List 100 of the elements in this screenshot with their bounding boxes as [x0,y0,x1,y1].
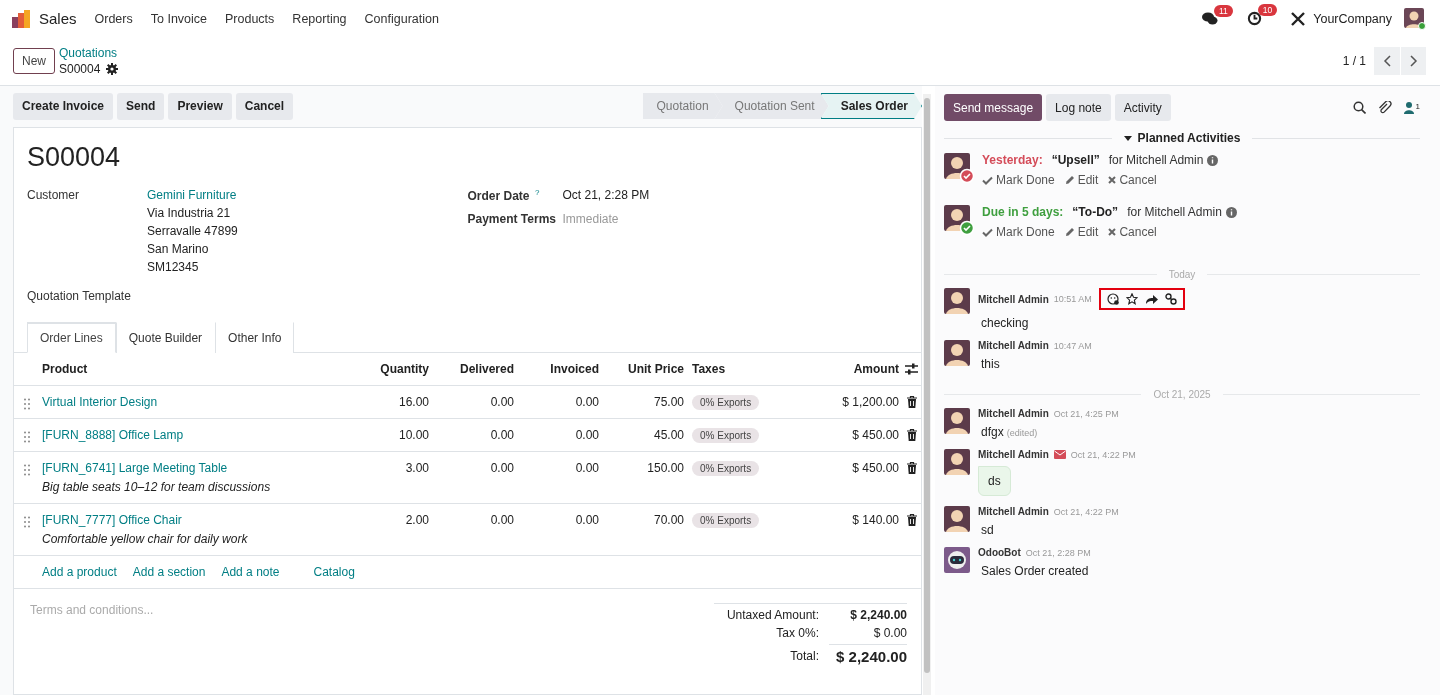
action-button[interactable]: Cancel [235,92,294,120]
drag-handle-icon[interactable] [24,398,30,410]
trash-icon[interactable] [907,514,917,526]
drag-handle-icon[interactable] [24,516,30,528]
info-icon[interactable] [1207,154,1219,166]
table-cell-text: 0.00 [489,395,514,409]
add-line-link[interactable]: Catalog [313,565,355,579]
table-cell-text: $ 140.00 [851,513,899,527]
add-reaction-icon[interactable] [1106,293,1119,305]
chatter-button[interactable]: Log note [1046,94,1111,121]
follower-icon[interactable] [1403,101,1414,114]
clock-icon[interactable] [1246,11,1262,26]
breadcrumb-link[interactable]: Quotations [59,46,119,60]
menu-item[interactable]: Configuration [364,11,439,26]
menu-item[interactable]: To Invoice [150,11,207,26]
drag-handle-icon[interactable] [24,431,30,443]
activity-action[interactable]: Cancel [1108,173,1157,187]
tax-tag: 0% Exports [692,428,760,443]
status-step[interactable]: Quotation [642,93,723,119]
link-icon[interactable] [1164,293,1177,305]
message-time: Oct 21, 4:22 PM [1053,506,1119,517]
activity-action[interactable]: Edit [1064,173,1099,187]
message-text: sd [981,523,994,537]
column-header[interactable]: Quantity [351,362,429,376]
message-author[interactable]: OdooBot [978,547,1021,558]
activity-title: “Upsell” [1051,153,1100,167]
column-settings-icon[interactable] [905,363,918,375]
tax-tag: 0% Exports [692,395,760,410]
paperclip-icon[interactable] [1377,100,1392,115]
activity-action[interactable]: Cancel [1108,225,1157,239]
action-button[interactable]: Create Invoice [13,92,114,120]
add-line-link[interactable]: Add a product [42,565,117,579]
column-header[interactable]: Product [42,362,351,376]
activity-action[interactable]: Edit [1064,225,1099,239]
chatter-button[interactable]: Activity [1114,94,1171,121]
trash-icon[interactable] [907,396,917,408]
table-cell-text: 0.00 [574,513,599,527]
status-step[interactable]: Sales Order [820,93,922,119]
user-avatar-icon [944,340,970,366]
info-icon[interactable] [1225,206,1237,218]
column-header[interactable]: Delivered [429,362,514,376]
record-title: S00004 [27,142,122,173]
menu-item[interactable]: Orders [94,11,133,26]
tab[interactable]: Other Info [215,322,295,353]
user-avatar-icon[interactable] [1404,7,1426,30]
column-header[interactable]: Taxes [684,362,774,376]
add-line-link[interactable]: Add a note [221,565,280,579]
menu-item[interactable]: Products [225,11,275,26]
column-header[interactable]: Invoiced [514,362,599,376]
planned-activities-toggle[interactable]: Planned Activities [1111,131,1253,145]
trash-icon[interactable] [907,462,917,474]
message-author[interactable]: Mitchell Admin [978,293,1049,305]
chatter-button[interactable]: Send message [944,94,1043,121]
action-button[interactable]: Preview [168,92,232,120]
gear-icon[interactable] [106,63,119,75]
message-author[interactable]: Mitchell Admin [978,449,1049,460]
chat-icon[interactable] [1201,11,1218,26]
menu-item[interactable]: Reporting [292,11,347,26]
close-icon [1108,176,1117,184]
action-button[interactable]: Send [117,92,165,120]
bot-avatar-icon [944,547,970,573]
tab[interactable]: Quote Builder [115,322,216,353]
trash-icon[interactable] [907,429,917,441]
drag-handle-icon[interactable] [24,464,30,476]
table-cell-text: 10.00 [397,428,429,442]
new-button[interactable]: New [13,48,55,74]
product-link[interactable]: Virtual Interior Design [42,395,351,409]
previous-button[interactable] [1374,47,1400,75]
next-button[interactable] [1400,47,1426,75]
add-line-link[interactable]: Add a section [132,565,206,579]
activity-action[interactable]: Mark Done [982,173,1055,187]
column-header[interactable]: Unit Price [599,362,684,376]
message-author[interactable]: Mitchell Admin [978,506,1049,517]
message-author[interactable]: Mitchell Admin [978,408,1049,419]
app-logo-icon[interactable] [12,8,32,29]
product-link[interactable]: [FURN_8888] Office Lamp [42,428,351,442]
company-switcher[interactable]: YourCompany [1313,11,1392,26]
customer-link[interactable]: Gemini Furniture [147,188,238,202]
help-mark[interactable]: ? [534,188,540,197]
product-link[interactable]: [FURN_6741] Large Meeting Table [42,461,351,475]
column-header[interactable]: Amount [774,362,899,376]
follower-count: 1 [1415,101,1420,111]
message-text: ds [988,474,1001,488]
message-text: Sales Order created [981,564,1089,578]
notification-count: 10 [1257,4,1278,16]
product-link[interactable]: [FURN_7777] Office Chair [42,513,351,527]
scrollbar[interactable] [923,94,931,695]
table-cell-text: 0.00 [574,395,599,409]
field-label: Customer [27,188,80,204]
star-icon[interactable] [1125,293,1138,305]
forward-arrow-icon[interactable] [1144,293,1158,305]
message-author[interactable]: Mitchell Admin [978,340,1049,351]
user-avatar-icon [944,408,970,434]
activity-action[interactable]: Mark Done [982,225,1055,239]
table-cell-text: 0.00 [489,513,514,527]
app-name[interactable]: Sales [39,10,77,27]
status-step[interactable]: Quotation Sent [714,93,829,119]
tab[interactable]: Order Lines [27,322,116,353]
search-icon[interactable] [1352,101,1366,114]
table-cell-text: 45.00 [652,428,684,442]
